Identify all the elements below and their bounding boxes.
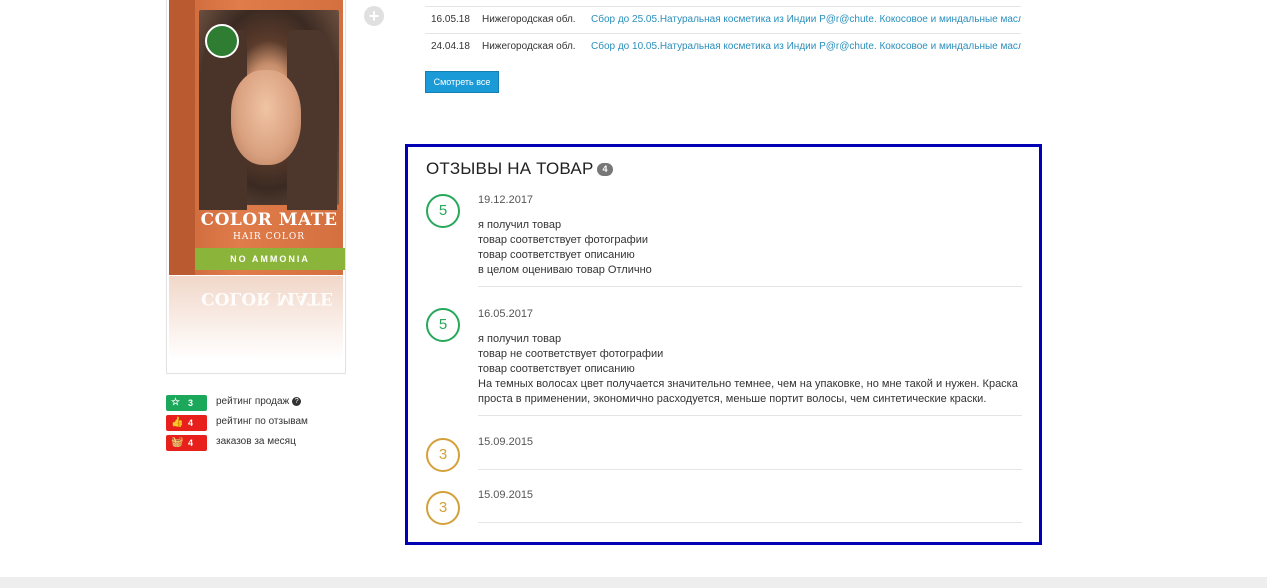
monthly-orders-badge: 🧺 4 <box>166 435 207 451</box>
order-link[interactable]: Сбор до 25.05.Натуральная косметика из И… <box>591 14 1021 25</box>
stat-sales-rating: ☆ 3 рейтинг продаж? <box>166 395 366 411</box>
product-image[interactable]: COLOR MATE HAIR COLOR NO AMMONIA COLOR M… <box>166 0 346 374</box>
basket-icon: 🧺 <box>171 437 184 448</box>
review-date: 15.09.2015 <box>478 436 534 448</box>
review-divider <box>478 415 1022 416</box>
review-divider <box>478 469 1022 470</box>
model-face <box>231 70 301 165</box>
stat-monthly-orders: 🧺 4 заказов за месяц <box>166 435 366 451</box>
product-box: COLOR MATE HAIR COLOR NO AMMONIA <box>169 0 345 275</box>
review-text: я получил товар товар соответствует фото… <box>478 219 652 276</box>
review-rating-label: рейтинг по отзывам <box>216 416 308 427</box>
review-item: 5 16.05.2017 я получил товар товар не со… <box>426 308 1022 418</box>
review-score: 5 <box>426 308 460 342</box>
review-date: 15.09.2015 <box>478 489 534 501</box>
product-brand-reflection: COLOR MATE <box>201 288 333 308</box>
review-date: 19.12.2017 <box>478 194 534 206</box>
star-icon: ☆ <box>171 397 180 408</box>
product-brand-sub: HAIR COLOR <box>233 232 305 242</box>
help-icon[interactable]: ? <box>292 397 302 406</box>
order-link[interactable]: Сбор до 10.05.Натуральная косметика из И… <box>591 41 1021 52</box>
reviews-count-badge: 4 <box>597 163 613 176</box>
review-item: 3 15.09.2015 <box>426 436 1022 472</box>
review-rating-badge: 👍 4 <box>166 415 207 431</box>
thumbs-up-icon: 👍 <box>171 417 184 428</box>
sales-rating-badge: ☆ 3 <box>166 395 207 411</box>
review-text: я получил товар товар не соответствует ф… <box>478 333 1018 405</box>
table-row: 24.04.18 Нижегородская обл. Сбор до 10.0… <box>425 33 1021 60</box>
reviews-section: ОТЗЫВЫ НА ТОВАР 4 5 19.12.2017 я получил … <box>405 144 1042 545</box>
product-brand: COLOR MATE <box>200 210 338 230</box>
review-score: 3 <box>426 438 460 472</box>
review-item: 5 19.12.2017 я получил товар товар соотв… <box>426 194 1022 289</box>
sales-rating-label: рейтинг продаж <box>216 396 290 407</box>
review-date: 16.05.2017 <box>478 308 534 320</box>
footer-strip <box>0 577 1267 588</box>
orders-table: 16.05.18 Нижегородская обл. Сбор до 25.0… <box>425 6 1021 60</box>
product-tag: NO AMMONIA <box>195 248 345 270</box>
zoom-in-icon[interactable]: + <box>364 6 384 26</box>
review-score: 5 <box>426 194 460 228</box>
review-item: 3 15.09.2015 <box>426 489 1022 525</box>
reviews-title: ОТЗЫВЫ НА ТОВАР <box>426 159 594 178</box>
review-divider <box>478 286 1022 287</box>
monthly-orders-label: заказов за месяц <box>216 436 296 447</box>
review-score: 3 <box>426 491 460 525</box>
brand-logo-icon <box>205 24 239 58</box>
stat-review-rating: 👍 4 рейтинг по отзывам <box>166 415 366 431</box>
see-all-button[interactable]: Смотреть все <box>425 71 499 93</box>
table-row: 16.05.18 Нижегородская обл. Сбор до 25.0… <box>425 6 1021 33</box>
review-divider <box>478 522 1022 523</box>
